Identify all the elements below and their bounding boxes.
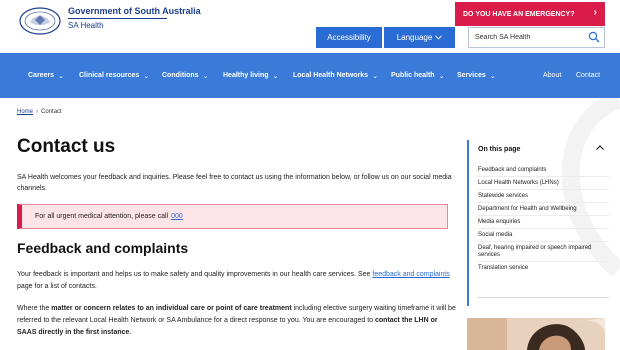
chevron-right-icon: › bbox=[593, 7, 597, 18]
para-text: page for a list of contacts. bbox=[17, 283, 97, 290]
para-text: . bbox=[129, 329, 132, 336]
alert-text: For all urgent medical attention, please… bbox=[35, 213, 169, 220]
on-this-page-title: On this page bbox=[478, 146, 521, 153]
accessibility-label: Accessibility bbox=[327, 33, 371, 42]
nav-item-local-health-networks[interactable]: Local Health Networks ⌄ bbox=[293, 53, 378, 98]
nav-label: Public health bbox=[391, 72, 435, 79]
language-label: Language bbox=[396, 33, 433, 42]
chevron-down-icon bbox=[435, 35, 443, 40]
para-emphasis: matter or concern relates to an individu… bbox=[51, 305, 292, 312]
sa-government-logo[interactable] bbox=[18, 6, 62, 36]
search-icon[interactable] bbox=[588, 31, 600, 43]
chevron-down-icon: ⌄ bbox=[202, 72, 209, 80]
breadcrumb-home-link[interactable]: Home bbox=[17, 109, 33, 115]
section-heading-feedback: Feedback and complaints bbox=[17, 240, 189, 256]
para-text: Your feedback is important and helps us … bbox=[17, 271, 371, 278]
nav-item-healthy-living[interactable]: Healthy living ⌄ bbox=[223, 53, 278, 98]
para-text: Where the bbox=[17, 305, 50, 312]
otp-link-media[interactable]: Media enquiries bbox=[478, 216, 609, 229]
main-navigation: Careers ⌄ Clinical resources ⌄ Conditions ⌄… bbox=[0, 53, 620, 98]
otp-link-lhns[interactable]: Local Health Networks (LHNs) bbox=[478, 177, 609, 190]
nav-label: Healthy living bbox=[223, 72, 269, 79]
nav-label: Services bbox=[457, 72, 486, 79]
on-this-page-panel: On this page Feedback and complaints Loc… bbox=[467, 140, 609, 306]
brand-divider bbox=[68, 18, 167, 19]
otp-link-feedback[interactable]: Feedback and complaints bbox=[478, 164, 609, 177]
nav-item-about[interactable]: About bbox=[543, 53, 561, 98]
nav-item-clinical-resources[interactable]: Clinical resources ⌄ bbox=[79, 53, 149, 98]
chevron-down-icon: ⌄ bbox=[489, 72, 496, 80]
nav-item-services[interactable]: Services ⌄ bbox=[457, 53, 496, 98]
otp-link-social[interactable]: Social media bbox=[478, 229, 609, 242]
otp-link-translation[interactable]: Translation service bbox=[478, 262, 609, 274]
emergency-button[interactable]: DO YOU HAVE AN EMERGENCY? › bbox=[455, 2, 605, 26]
nav-item-public-health[interactable]: Public health ⌄ bbox=[391, 53, 444, 98]
accessibility-button[interactable]: Accessibility bbox=[316, 27, 382, 48]
page-title: Contact us bbox=[17, 136, 116, 157]
chevron-down-icon: ⌄ bbox=[58, 72, 64, 80]
chevron-down-icon: ⌄ bbox=[143, 72, 150, 80]
nav-item-conditions[interactable]: Conditions ⌄ bbox=[162, 53, 208, 98]
nav-item-careers[interactable]: Careers ⌄ bbox=[28, 53, 64, 98]
otp-link-department[interactable]: Department for Health and Wellbeing bbox=[478, 203, 609, 216]
search-input[interactable] bbox=[469, 28, 581, 47]
panel-divider bbox=[478, 297, 609, 298]
search-box[interactable] bbox=[468, 27, 605, 48]
intro-paragraph: SA Health welcomes your feedback and inq… bbox=[17, 174, 452, 192]
chevron-down-icon: ⌄ bbox=[372, 72, 378, 80]
emergency-label: DO YOU HAVE AN EMERGENCY? bbox=[463, 10, 575, 18]
org-subtitle[interactable]: SA Health bbox=[68, 21, 104, 30]
feedback-paragraph: Your feedback is important and helps us … bbox=[17, 269, 457, 293]
nav-item-contact[interactable]: Contact bbox=[576, 53, 600, 98]
nav-label: Contact bbox=[576, 72, 601, 79]
nav-label: About bbox=[543, 72, 562, 79]
referral-paragraph: Where the matter or concern relates to a… bbox=[17, 303, 457, 339]
otp-link-deaf-services[interactable]: Deaf, hearing impaired or speech impaire… bbox=[478, 242, 609, 262]
nav-label: Conditions bbox=[162, 72, 199, 79]
chevron-down-icon: ⌄ bbox=[438, 72, 445, 80]
emergency-phone-link[interactable]: 000 bbox=[171, 213, 183, 220]
person-photo bbox=[467, 318, 605, 350]
org-title[interactable]: Government of South Australia bbox=[68, 6, 201, 16]
urgent-alert: For all urgent medical attention, please… bbox=[17, 204, 448, 229]
feedback-complaints-link[interactable]: feedback and complaints bbox=[372, 271, 449, 278]
site-header: Government of South Australia SA Health … bbox=[0, 0, 620, 53]
breadcrumb-current: Contact bbox=[41, 109, 62, 115]
otp-link-statewide[interactable]: Statewide services bbox=[478, 190, 609, 203]
nav-label: Clinical resources bbox=[79, 72, 140, 79]
language-button[interactable]: Language bbox=[384, 27, 455, 48]
chevron-up-icon[interactable] bbox=[595, 143, 605, 153]
breadcrumb-separator: › bbox=[36, 109, 39, 115]
nav-label: Careers bbox=[28, 72, 55, 79]
on-this-page-list: Feedback and complaints Local Health Net… bbox=[478, 164, 609, 274]
chevron-down-icon: ⌄ bbox=[272, 72, 279, 80]
nav-label: Local Health Networks bbox=[293, 72, 369, 79]
breadcrumb: Home › Contact bbox=[17, 109, 62, 115]
